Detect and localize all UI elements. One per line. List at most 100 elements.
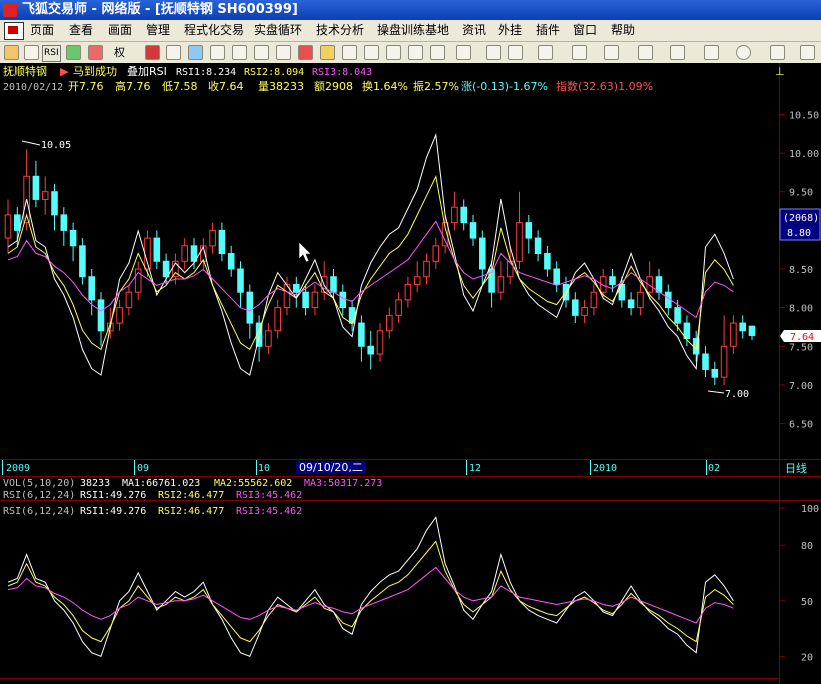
channel-icon[interactable] — [638, 45, 653, 60]
pin-icon[interactable]: ⊥ — [775, 65, 785, 78]
candle-body — [572, 299, 579, 316]
candle-body — [525, 222, 533, 239]
candle-body — [404, 283, 412, 301]
menu-training[interactable]: 操盘训练基地 — [377, 20, 449, 41]
candle-body — [376, 330, 384, 355]
vlines-icon[interactable] — [572, 45, 587, 60]
candle-body — [209, 229, 216, 247]
candle-body — [348, 307, 356, 324]
quote-turnover: 换1.64% — [362, 79, 408, 93]
glasses-icon[interactable] — [166, 45, 181, 60]
scale-icon[interactable] — [456, 45, 471, 60]
price-tick-label: 8.50 — [789, 265, 813, 276]
menu-help[interactable]: 帮助 — [611, 20, 635, 41]
cursor-icon[interactable] — [486, 45, 501, 60]
menu-plugin-external[interactable]: 外挂 — [498, 20, 522, 41]
window-2-icon[interactable] — [386, 45, 401, 60]
candle-body — [479, 237, 486, 270]
price-tick-label: 10.00 — [789, 149, 819, 160]
overlay-rsi3: RSI3:8.043 — [312, 67, 372, 78]
menu-program-trading[interactable]: 程式化交易 — [184, 20, 244, 41]
price-tick-label: 6.50 — [789, 420, 813, 431]
candle-body — [544, 253, 551, 270]
search-icon[interactable] — [254, 45, 269, 60]
alarm-icon[interactable] — [298, 45, 313, 60]
candle-body — [711, 368, 719, 378]
grid-icon[interactable] — [342, 45, 357, 60]
time-label: 12 — [469, 463, 481, 474]
layout-icon[interactable] — [210, 45, 225, 60]
chart-icon[interactable] — [188, 45, 203, 60]
chart-area[interactable]: 10.5010.009.509.008.508.007.507.006.50 1… — [0, 63, 821, 684]
rights-dropdown[interactable]: 权 — [114, 45, 125, 60]
window-icon[interactable] — [364, 45, 379, 60]
move-icon[interactable] — [66, 45, 81, 60]
menu-plugins[interactable]: 插件 — [536, 20, 560, 41]
menu-live-trading[interactable]: 实盘循环 — [254, 20, 302, 41]
ellipse-icon[interactable] — [736, 45, 751, 60]
rectangle-icon[interactable] — [704, 45, 719, 60]
quote-low: 低7.58 — [162, 80, 198, 93]
arrow-draw-icon[interactable] — [800, 45, 815, 60]
window-3-icon[interactable] — [408, 45, 423, 60]
candle-body — [674, 307, 681, 324]
rsi-label: RSI(6,12,24) — [3, 490, 75, 501]
home-icon[interactable] — [4, 45, 19, 60]
candle-body — [423, 260, 430, 278]
candle-body — [153, 237, 161, 262]
window-4-icon[interactable] — [430, 45, 445, 60]
candle-body — [553, 268, 560, 285]
menu-technical-analysis[interactable]: 技术分析 — [316, 20, 364, 41]
rsi2-value: RSI2:46.477 — [158, 490, 224, 501]
text-icon[interactable] — [770, 45, 785, 60]
candle-body — [702, 353, 709, 370]
menu-screen[interactable]: 画面 — [108, 20, 132, 41]
rsi-tick-label: 80 — [801, 541, 813, 552]
pen-icon[interactable] — [320, 45, 335, 60]
overlay-label: 叠加RSI — [127, 65, 167, 78]
cursor-date: 09/10/20,二 — [299, 461, 363, 474]
toolbar: RSI 权 — [0, 42, 821, 64]
low-annotation: 7.00 — [725, 389, 749, 400]
app-icon — [3, 3, 17, 17]
hline-icon[interactable] — [538, 45, 553, 60]
app-logo-icon[interactable] — [4, 22, 24, 40]
rsi-tick-label: 20 — [801, 652, 813, 663]
candle-body — [609, 276, 616, 285]
cursor-price: 8.80 — [787, 228, 811, 239]
gann-icon[interactable] — [670, 45, 685, 60]
refresh-icon[interactable] — [24, 45, 39, 60]
price-tick-label: 10.50 — [789, 110, 819, 121]
rsi-tick-label: 50 — [801, 597, 813, 608]
candle-body — [720, 345, 728, 378]
tools-icon[interactable] — [276, 45, 291, 60]
line-draw-icon[interactable] — [508, 45, 523, 60]
candle-body — [395, 299, 402, 316]
candle-body — [497, 276, 505, 293]
candle-body — [246, 291, 254, 324]
menu-info[interactable]: 资讯 — [462, 20, 486, 41]
candle-body — [637, 291, 644, 309]
candle-body — [627, 299, 635, 309]
record-icon[interactable] — [145, 45, 160, 60]
rsi-button[interactable]: RSI — [42, 45, 61, 62]
candle-body — [181, 245, 188, 262]
resize-icon[interactable] — [88, 45, 103, 60]
candle-body — [97, 299, 105, 332]
book-icon[interactable] — [232, 45, 247, 60]
price-tick-label: 9.50 — [789, 188, 813, 199]
menu-view[interactable]: 查看 — [69, 20, 93, 41]
candle-body — [432, 245, 440, 262]
overlay-rsi1: RSI1:8.234 — [176, 67, 236, 78]
candle-body — [618, 283, 626, 301]
candle-body — [162, 260, 170, 278]
candle-body — [274, 307, 281, 332]
period-label[interactable]: 日线 — [785, 461, 807, 475]
rsi2-value-2: RSI2:46.477 — [158, 506, 224, 517]
menu-manage[interactable]: 管理 — [146, 20, 170, 41]
candle-body — [69, 229, 77, 247]
menu-page[interactable]: 页面 — [30, 20, 54, 41]
fan-icon[interactable] — [604, 45, 619, 60]
menu-window[interactable]: 窗口 — [573, 20, 597, 41]
candle-body — [88, 276, 95, 301]
